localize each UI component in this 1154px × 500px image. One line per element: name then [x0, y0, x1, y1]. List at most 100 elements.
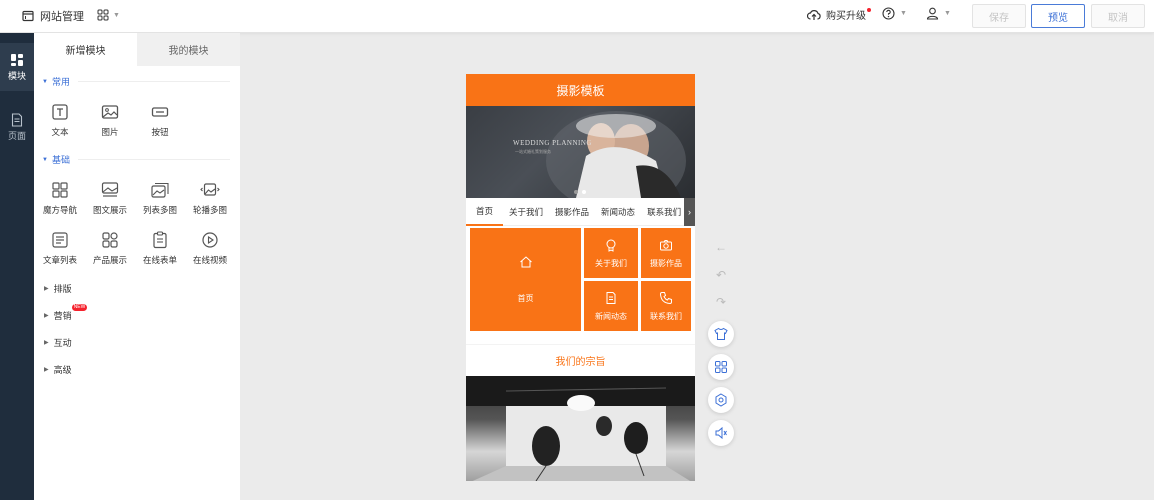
tab-new-modules[interactable]: 新增模块 — [34, 33, 137, 66]
phone-preview[interactable]: 摄影模板 WEDDING PLANNING 一站式婚礼策划服务 首页 关于我们 … — [466, 74, 695, 481]
shirt-icon — [714, 327, 728, 340]
section-common[interactable]: ▼ 常用 — [42, 75, 230, 88]
module-carousel[interactable]: 轮播多图 — [184, 180, 236, 216]
section-marketing-text: 营销 — [53, 311, 72, 321]
mission-heading[interactable]: 我们的宗旨 — [466, 344, 695, 376]
tile-home[interactable]: 首页 — [470, 228, 581, 331]
nav-tiles: 首页 关于我们 摄影作品 新闻动态 联系我们 — [466, 226, 695, 336]
buy-upgrade-button[interactable]: 购买升级 — [807, 7, 871, 22]
banner-carousel[interactable]: WEDDING PLANNING 一站式婚礼策划服务 — [466, 106, 695, 198]
page-icon — [11, 112, 23, 127]
module-image[interactable]: 图片 — [84, 102, 136, 138]
nav-item-contact[interactable]: 联系我们 — [641, 198, 687, 226]
tile-works-label: 摄影作品 — [650, 258, 682, 268]
site-header[interactable]: 摄影模板 — [466, 74, 695, 106]
help-menu[interactable]: ▼ — [882, 7, 907, 20]
module-online-form[interactable]: 在线表单 — [134, 230, 186, 266]
caret-down-icon: ▼ — [42, 78, 48, 85]
section-basic-label: 基础 — [51, 155, 70, 165]
undo-icon[interactable]: ↶ — [708, 265, 734, 285]
caret-right-icon: ▶ — [44, 367, 49, 373]
studio-image — [466, 376, 695, 481]
back-arrow-icon[interactable]: ← — [708, 237, 734, 257]
user-icon — [926, 7, 939, 20]
tile-works[interactable]: 摄影作品 — [641, 228, 691, 278]
rail-pages-label: 页面 — [7, 130, 26, 141]
carousel-dot[interactable] — [574, 190, 578, 194]
module-image-text[interactable]: 图文展示 — [84, 180, 136, 216]
nav-item-home[interactable]: 首页 — [466, 198, 504, 226]
module-button-label: 按钮 — [151, 127, 169, 137]
module-online-video[interactable]: 在线视频 — [184, 230, 236, 266]
section-interactive-label: 互动 — [53, 338, 72, 348]
module-magic-nav[interactable]: 魔方导航 — [34, 180, 86, 216]
music-button[interactable] — [708, 420, 734, 446]
rail-item-pages[interactable]: 页面 — [0, 103, 34, 151]
caret-down-icon: ▼ — [42, 156, 48, 163]
carousel-dot-active[interactable] — [582, 190, 586, 194]
banner-subtitle: 一站式婚礼策划服务 — [515, 149, 551, 154]
user-menu[interactable]: ▼ — [926, 7, 951, 20]
nav-item-about[interactable]: 关于我们 — [503, 198, 549, 226]
grid-icon — [97, 9, 109, 21]
section-advanced[interactable]: ▶ 高级 — [44, 363, 72, 376]
components-button[interactable] — [708, 354, 734, 380]
play-icon — [202, 232, 218, 248]
buy-upgrade-label: 购买升级 — [826, 7, 871, 22]
cancel-button[interactable]: 取消 — [1091, 4, 1145, 28]
module-list-images[interactable]: 列表多图 — [134, 180, 186, 216]
tile-contact-label: 联系我们 — [650, 311, 682, 321]
left-rail: 模块 页面 — [0, 33, 34, 500]
studio-photo[interactable] — [466, 376, 695, 481]
settings-button[interactable] — [708, 387, 734, 413]
top-bar: 网站管理 ▼ 购买升级 ▼ ▼ 保存 预览 取消 — [0, 0, 1154, 33]
module-image-label: 图片 — [101, 127, 119, 137]
tile-news[interactable]: 新闻动态 — [584, 281, 638, 331]
tab-my-modules[interactable]: 我的模块 — [137, 33, 240, 66]
module-online-video-label: 在线视频 — [192, 255, 227, 265]
divider — [77, 159, 230, 160]
tile-contact[interactable]: 联系我们 — [641, 281, 691, 331]
module-button[interactable]: 按钮 — [134, 102, 186, 138]
nav-item-works[interactable]: 摄影作品 — [549, 198, 595, 226]
theme-button[interactable] — [708, 321, 734, 347]
section-interactive[interactable]: ▶ 互动 — [44, 336, 72, 349]
about-icon — [606, 239, 616, 252]
redo-icon[interactable]: ↷ — [708, 292, 734, 312]
module-product-label: 产品展示 — [92, 255, 127, 265]
image-text-icon — [101, 182, 119, 197]
app-grid-menu[interactable]: ▼ — [97, 9, 120, 21]
nav-item-news[interactable]: 新闻动态 — [595, 198, 641, 226]
tile-about[interactable]: 关于我们 — [584, 228, 638, 278]
section-basic[interactable]: ▼ 基础 — [42, 153, 230, 166]
speaker-icon — [715, 426, 727, 440]
text-icon — [52, 104, 68, 120]
site-manage-button[interactable]: 网站管理 — [22, 8, 84, 24]
section-advanced-label: 高级 — [53, 365, 72, 375]
section-common-label: 常用 — [51, 77, 70, 87]
module-article-list[interactable]: 文章列表 — [34, 230, 86, 266]
modules-icon — [11, 53, 23, 66]
module-product[interactable]: 产品展示 — [84, 230, 136, 266]
section-marketing[interactable]: ▶ 营销 NEW — [44, 304, 88, 322]
save-button[interactable]: 保存 — [972, 4, 1026, 28]
new-badge: NEW — [71, 304, 88, 311]
section-layout-label: 排版 — [53, 284, 72, 294]
rail-item-modules[interactable]: 模块 — [0, 43, 34, 91]
nav-more-arrow-icon[interactable]: › — [684, 198, 695, 226]
product-icon — [102, 232, 118, 248]
chevron-down-icon: ▼ — [113, 11, 120, 19]
banner-title: WEDDING PLANNING — [513, 139, 592, 147]
site-manage-label: 网站管理 — [40, 11, 84, 23]
module-panel: 新增模块 我的模块 ▼ 常用 文本 图片 按钮 ▼ 基础 魔方导航 图文展示 列… — [34, 33, 240, 500]
buy-upgrade-text: 购买升级 — [826, 11, 866, 22]
module-text[interactable]: 文本 — [34, 102, 86, 138]
module-list-images-label: 列表多图 — [142, 205, 177, 215]
banner-photo — [546, 111, 686, 198]
gear-icon — [715, 393, 727, 407]
module-image-text-label: 图文展示 — [92, 205, 127, 215]
preview-button[interactable]: 预览 — [1031, 4, 1085, 28]
section-layout[interactable]: ▶ 排版 — [44, 282, 72, 295]
divider — [77, 81, 230, 82]
panel-tabs: 新增模块 我的模块 — [34, 33, 240, 66]
